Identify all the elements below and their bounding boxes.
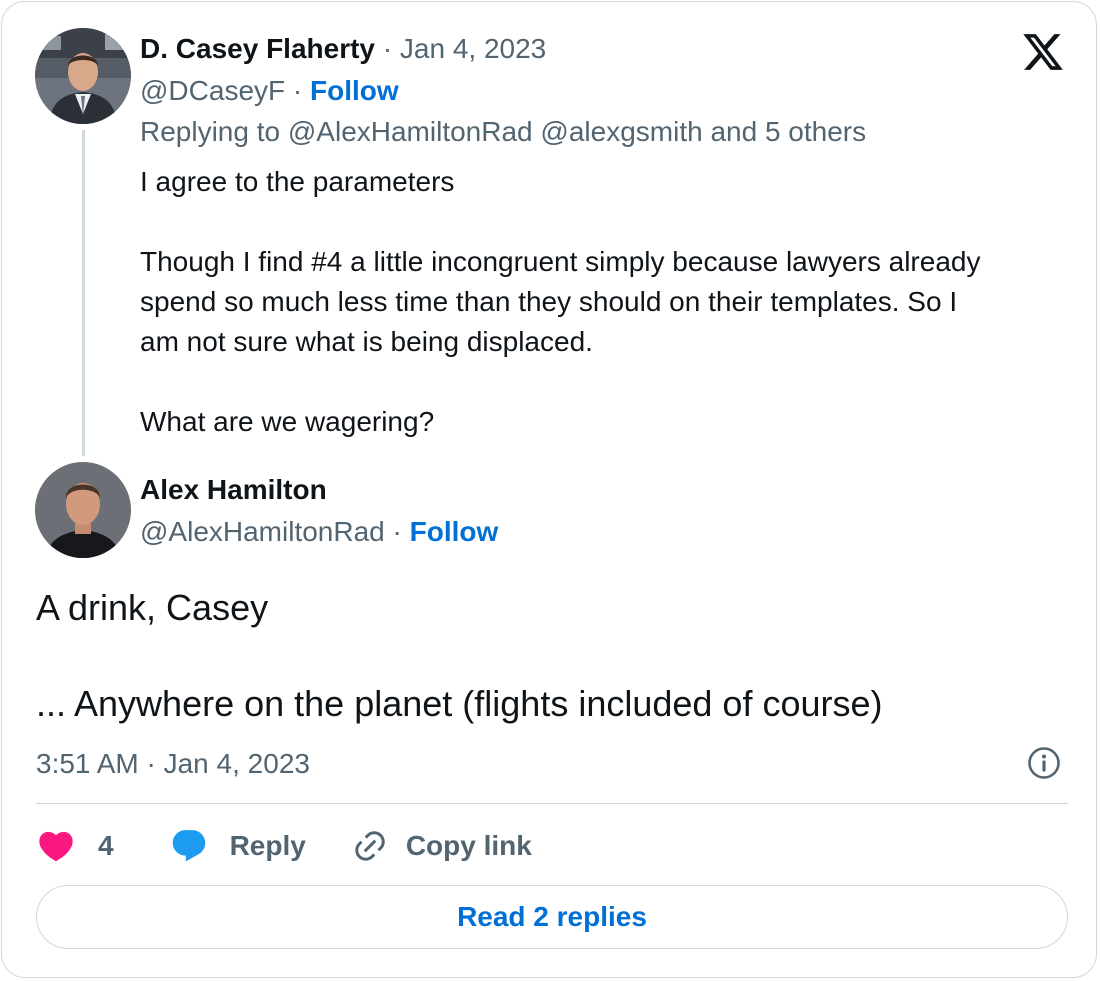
follow-alex-button[interactable]: Follow <box>410 516 499 547</box>
thread-connector-line <box>82 130 85 456</box>
actions-divider <box>36 803 1068 804</box>
avatar-alex[interactable] <box>35 462 131 558</box>
tweet-timestamp[interactable]: 3:51 AM · Jan 4, 2023 <box>36 746 310 782</box>
like-count: 4 <box>98 830 114 861</box>
reply-button[interactable]: Reply <box>170 827 306 865</box>
parent-handle[interactable]: @DCaseyF <box>140 75 285 106</box>
parent-date[interactable]: Jan 4, 2023 <box>400 33 546 64</box>
speech-bubble-icon <box>172 830 205 862</box>
read-replies-button[interactable]: Read 2 replies <box>36 885 1068 949</box>
header-separator: · <box>382 33 393 64</box>
main-text-line-2: ... Anywhere on the planet (flights incl… <box>36 683 883 724</box>
parent-text-line-3: What are we wagering? <box>140 406 435 437</box>
avatar-casey[interactable] <box>35 28 131 124</box>
follow-casey-button[interactable]: Follow <box>310 75 399 106</box>
main-text-line-1: A drink, Casey <box>36 587 269 628</box>
like-button[interactable]: 4 <box>36 826 114 866</box>
tweet-embed-card: D. Casey Flaherty · Jan 4, 2023 @DCaseyF… <box>1 1 1097 978</box>
info-icon[interactable] <box>1027 746 1061 780</box>
main-handle-row: @AlexHamiltonRad · Follow <box>140 515 498 549</box>
link-icon <box>355 831 385 861</box>
parent-author-name[interactable]: D. Casey Flaherty <box>140 33 375 64</box>
main-author-name[interactable]: Alex Hamilton <box>140 474 327 505</box>
copy-link-button[interactable]: Copy link <box>352 828 532 864</box>
mention-alexgsmith[interactable]: @alexgsmith <box>540 116 702 147</box>
x-logo-icon[interactable] <box>1020 30 1066 74</box>
parent-header: D. Casey Flaherty · Jan 4, 2023 <box>140 32 546 66</box>
main-handle-separator: · <box>392 516 402 547</box>
read-replies-label: Read 2 replies <box>457 901 647 932</box>
parent-tweet-text: I agree to the parameters Though I find … <box>140 162 1000 442</box>
parent-handle-row: @DCaseyF · Follow <box>140 74 399 108</box>
main-tweet-text: A drink, Casey ... Anywhere on the plane… <box>36 584 1066 728</box>
heart-icon <box>39 831 73 862</box>
handle-separator: · <box>292 75 303 106</box>
main-header: Alex Hamilton <box>140 473 327 507</box>
parent-text-line-2: Though I find #4 a little incongruent si… <box>140 246 981 357</box>
replying-suffix[interactable]: and 5 others <box>710 116 866 147</box>
reply-label: Reply <box>229 830 306 861</box>
replying-to-line: Replying to @AlexHamiltonRad @alexgsmith… <box>140 114 866 150</box>
main-handle[interactable]: @AlexHamiltonRad <box>140 516 385 547</box>
replying-prefix: Replying to <box>140 116 281 147</box>
tweet-actions-bar: 4 Reply Copy link <box>36 824 532 868</box>
copy-link-label: Copy link <box>405 830 532 861</box>
parent-text-line-1: I agree to the parameters <box>140 166 455 197</box>
mention-alexhamiltonrad[interactable]: @AlexHamiltonRad <box>288 116 533 147</box>
